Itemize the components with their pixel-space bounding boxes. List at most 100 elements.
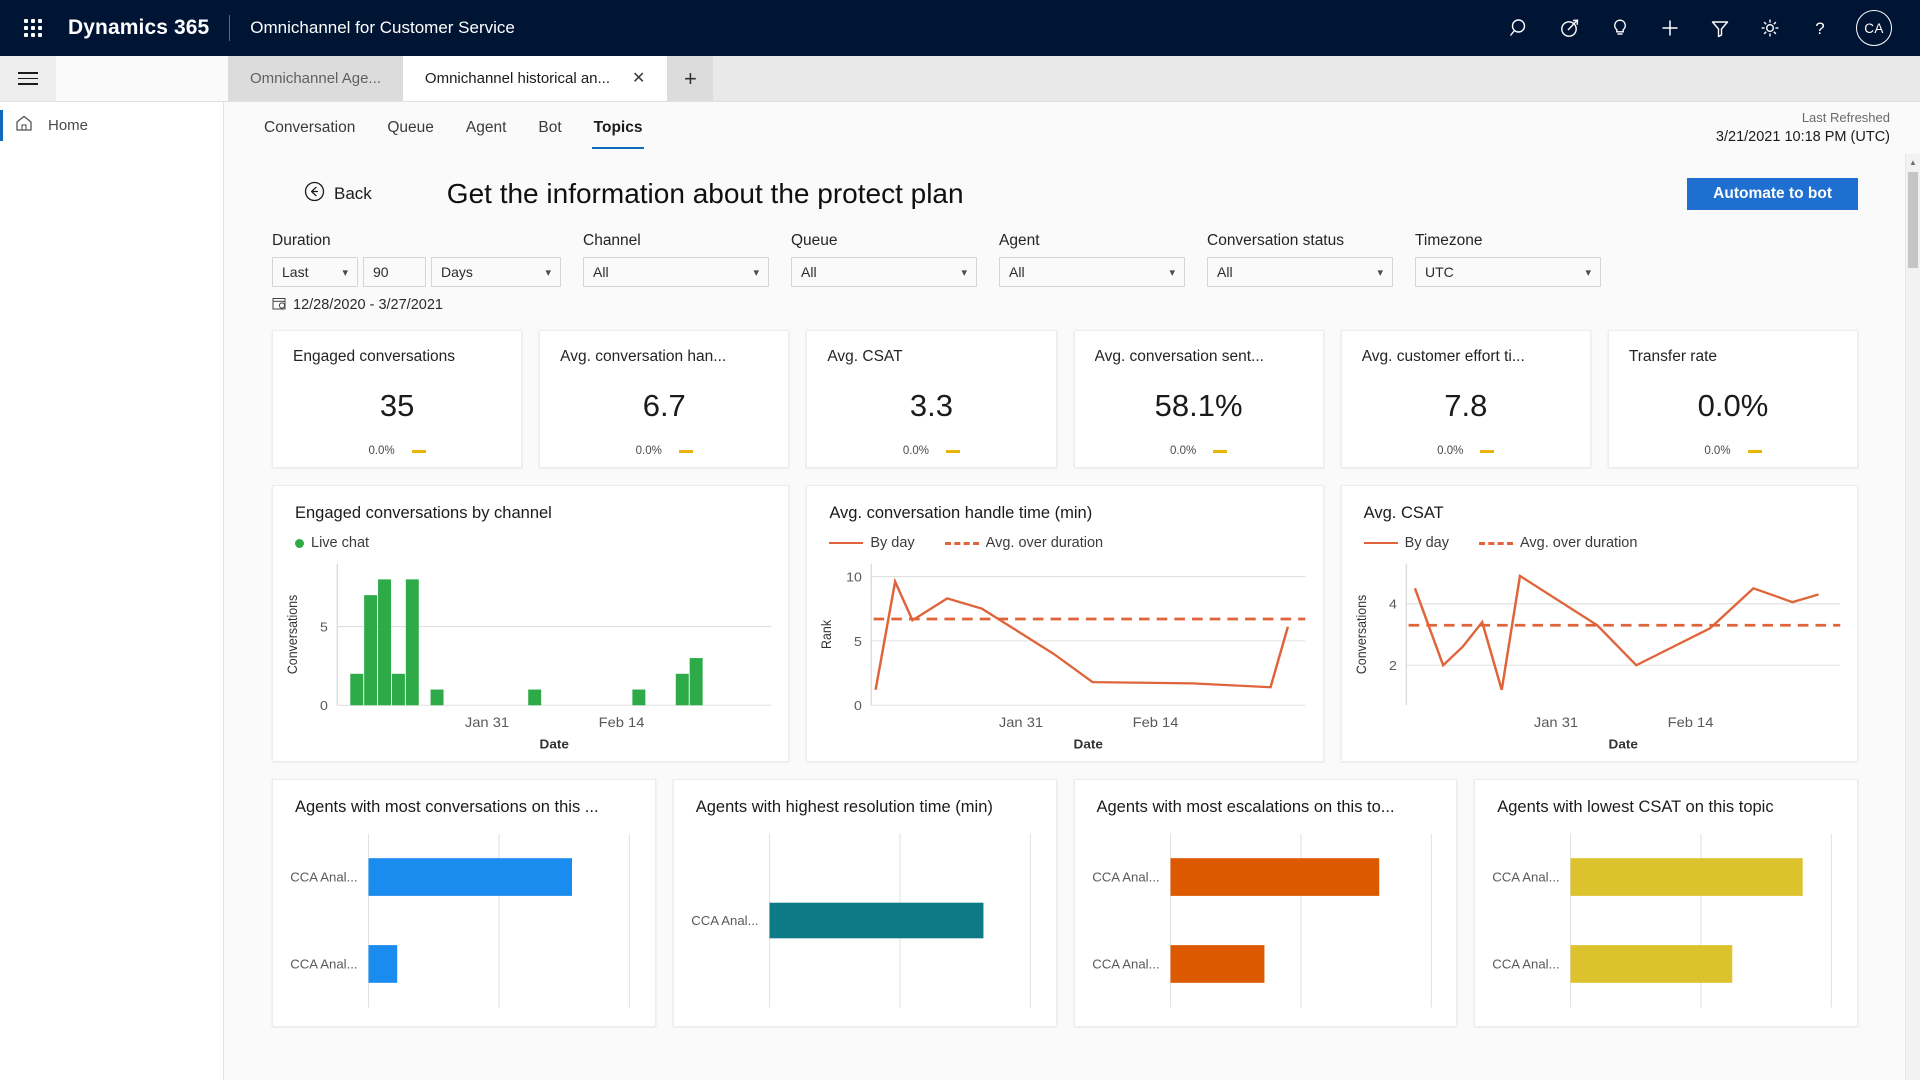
- kpi-footer: 0.0%: [1095, 445, 1303, 457]
- kpi-delta: 0.0%: [368, 445, 395, 457]
- kpi-footer: 0.0%: [560, 445, 768, 457]
- agent-value: All: [1009, 264, 1025, 280]
- browser-tab-label: Omnichannel Age...: [250, 70, 381, 87]
- chart-card-engaged-conversations-by-channel[interactable]: Engaged conversations by channel Live ch…: [272, 485, 790, 762]
- legend-label: By day: [870, 535, 915, 551]
- chart-card-agents-most-escalations[interactable]: Agents with most escalations on this to.…: [1073, 779, 1458, 1027]
- chart-title: Agents with highest resolution time (min…: [695, 798, 993, 816]
- chart-canvas-line: 0 5 10 Jan 31 Feb 14 Date Rank: [807, 551, 1322, 761]
- kpi-card-avg-customer-effort-time[interactable]: Avg. customer effort ti... 7.8 0.0%: [1340, 330, 1591, 468]
- kpi-card-avg-conversation-handle-time[interactable]: Avg. conversation han... 6.7 0.0%: [539, 330, 790, 468]
- chart-canvas-hbar: CCA Anal... CCA Anal...: [1075, 817, 1457, 1026]
- browser-tab-omnichannel-historical-analytics[interactable]: Omnichannel historical an... ✕: [402, 56, 668, 101]
- lightbulb-icon[interactable]: [1596, 7, 1644, 49]
- svg-text:Feb 14: Feb 14: [1133, 714, 1179, 729]
- back-button[interactable]: Back: [304, 181, 372, 207]
- tab-bot[interactable]: Bot: [522, 102, 577, 154]
- target-icon[interactable]: [1546, 7, 1594, 49]
- svg-text:2: 2: [1389, 659, 1397, 673]
- vertical-scrollbar[interactable]: ▲: [1905, 154, 1920, 1080]
- filter-conversation-status: Conversation status All ▾: [1207, 232, 1393, 287]
- svg-text:5: 5: [854, 634, 862, 648]
- queue-value: All: [801, 264, 817, 280]
- tab-conversation[interactable]: Conversation: [248, 102, 371, 154]
- avatar-container: CA: [1846, 10, 1902, 46]
- filter-spacer: [1393, 232, 1415, 287]
- legend-item-avg-over-duration: Avg. over duration: [944, 535, 1103, 551]
- kpi-value: 0.0%: [1697, 387, 1769, 423]
- chart-title: Avg. conversation handle time (min): [829, 504, 1093, 522]
- duration-amount-value: 90: [373, 264, 389, 280]
- svg-text:0: 0: [854, 699, 862, 713]
- flat-trend-icon: [1480, 449, 1495, 453]
- back-button-label: Back: [334, 184, 372, 203]
- scroll-up-arrow-icon[interactable]: ▲: [1906, 154, 1920, 170]
- svg-text:?: ?: [1815, 19, 1824, 38]
- date-range-row: 12/28/2020 - 3/27/2021: [248, 287, 1882, 314]
- browser-tab-strip: Omnichannel Age... Omnichannel historica…: [0, 56, 1920, 102]
- timezone-select[interactable]: UTC ▾: [1415, 257, 1601, 287]
- sidebar-item-home[interactable]: Home: [0, 102, 223, 149]
- avatar[interactable]: CA: [1856, 10, 1892, 46]
- chart-card-avg-csat[interactable]: Avg. CSAT By day Avg. over duration 2 4 …: [1340, 485, 1858, 762]
- chart-title: Agents with lowest CSAT on this topic: [1497, 798, 1774, 816]
- legend-item-by-day: By day: [829, 535, 915, 551]
- kpi-card-transfer-rate[interactable]: Transfer rate 0.0% 0.0%: [1607, 330, 1859, 468]
- browser-tab-omnichannel-agent[interactable]: Omnichannel Age...: [228, 56, 403, 101]
- flat-trend-icon: [1213, 449, 1228, 453]
- legend-swatch-icon: [295, 538, 304, 548]
- kpi-card-avg-csat[interactable]: Avg. CSAT 3.3 0.0%: [806, 330, 1057, 468]
- flat-trend-icon: [946, 449, 961, 453]
- browser-tab-label: Omnichannel historical an...: [424, 70, 611, 87]
- gear-icon[interactable]: [1746, 7, 1794, 49]
- tab-agent[interactable]: Agent: [450, 102, 523, 154]
- tab-queue[interactable]: Queue: [371, 102, 450, 154]
- filter-icon[interactable]: [1696, 7, 1744, 49]
- close-icon[interactable]: ✕: [632, 70, 645, 87]
- kpi-delta: 0.0%: [1169, 445, 1197, 457]
- sidebar-item-label: Home: [48, 117, 89, 134]
- conversation-status-select[interactable]: All ▾: [1207, 257, 1393, 287]
- top-navigation-bar: Dynamics 365 Omnichannel for Customer Se…: [0, 0, 1920, 56]
- chart-legend: By day Avg. over duration: [1342, 523, 1857, 551]
- filter-channel-label: Channel: [583, 232, 641, 249]
- chart-card-avg-conversation-handle-time[interactable]: Avg. conversation handle time (min) By d…: [806, 485, 1324, 762]
- duration-mode-select[interactable]: Last ▾: [272, 257, 358, 287]
- channel-select[interactable]: All ▾: [583, 257, 769, 287]
- tab-topics[interactable]: Topics: [578, 102, 659, 154]
- date-range-value: 12/28/2020 - 3/27/2021: [293, 297, 443, 313]
- conversation-status-value: All: [1217, 264, 1233, 280]
- search-icon[interactable]: [1496, 7, 1544, 49]
- kpi-title: Engaged conversations: [293, 348, 456, 365]
- filter-duration-label: Duration: [272, 232, 331, 249]
- kpi-footer: 0.0%: [293, 445, 501, 457]
- scrollbar-thumb[interactable]: [1908, 172, 1918, 268]
- duration-unit-select[interactable]: Days ▾: [431, 257, 561, 287]
- chart-card-agents-most-conversations[interactable]: Agents with most conversations on this .…: [272, 779, 656, 1027]
- legend-label: Avg. over duration: [1520, 535, 1638, 551]
- legend-label: Live chat: [311, 535, 370, 551]
- chart-row-primary: Engaged conversations by channel Live ch…: [248, 468, 1882, 762]
- chart-card-agents-lowest-csat[interactable]: Agents with lowest CSAT on this topic CC…: [1474, 779, 1858, 1027]
- help-icon[interactable]: ?: [1796, 7, 1844, 49]
- hamburger-menu-icon[interactable]: [0, 56, 56, 101]
- agent-select[interactable]: All ▾: [999, 257, 1185, 287]
- chart-canvas-hbar: CCA Anal... CCA Anal...: [1475, 817, 1857, 1026]
- kpi-footer: 0.0%: [1362, 445, 1570, 457]
- automate-to-bot-button[interactable]: Automate to bot: [1687, 178, 1858, 210]
- plus-icon[interactable]: [1646, 7, 1694, 49]
- duration-amount-input[interactable]: 90: [363, 257, 426, 287]
- new-tab-plus-icon[interactable]: +: [667, 56, 714, 101]
- chevron-down-icon: ▾: [1377, 266, 1383, 279]
- queue-select[interactable]: All ▾: [791, 257, 977, 287]
- kpi-card-avg-conversation-sentiment[interactable]: Avg. conversation sent... 58.1% 0.0%: [1073, 330, 1324, 468]
- svg-text:Rank: Rank: [819, 619, 835, 648]
- chevron-down-icon: ▾: [342, 266, 348, 279]
- kpi-card-engaged-conversations[interactable]: Engaged conversations 35 0.0%: [272, 330, 523, 468]
- app-launcher-waffle-icon[interactable]: [10, 8, 56, 48]
- chart-card-agents-highest-resolution-time[interactable]: Agents with highest resolution time (min…: [672, 779, 1057, 1027]
- page-header-row: Back Get the information about the prote…: [248, 170, 1882, 214]
- svg-text:Conversations: Conversations: [1353, 594, 1369, 674]
- kpi-value: 7.8: [1444, 387, 1488, 423]
- topnav-icon-group: ? CA: [1496, 7, 1902, 49]
